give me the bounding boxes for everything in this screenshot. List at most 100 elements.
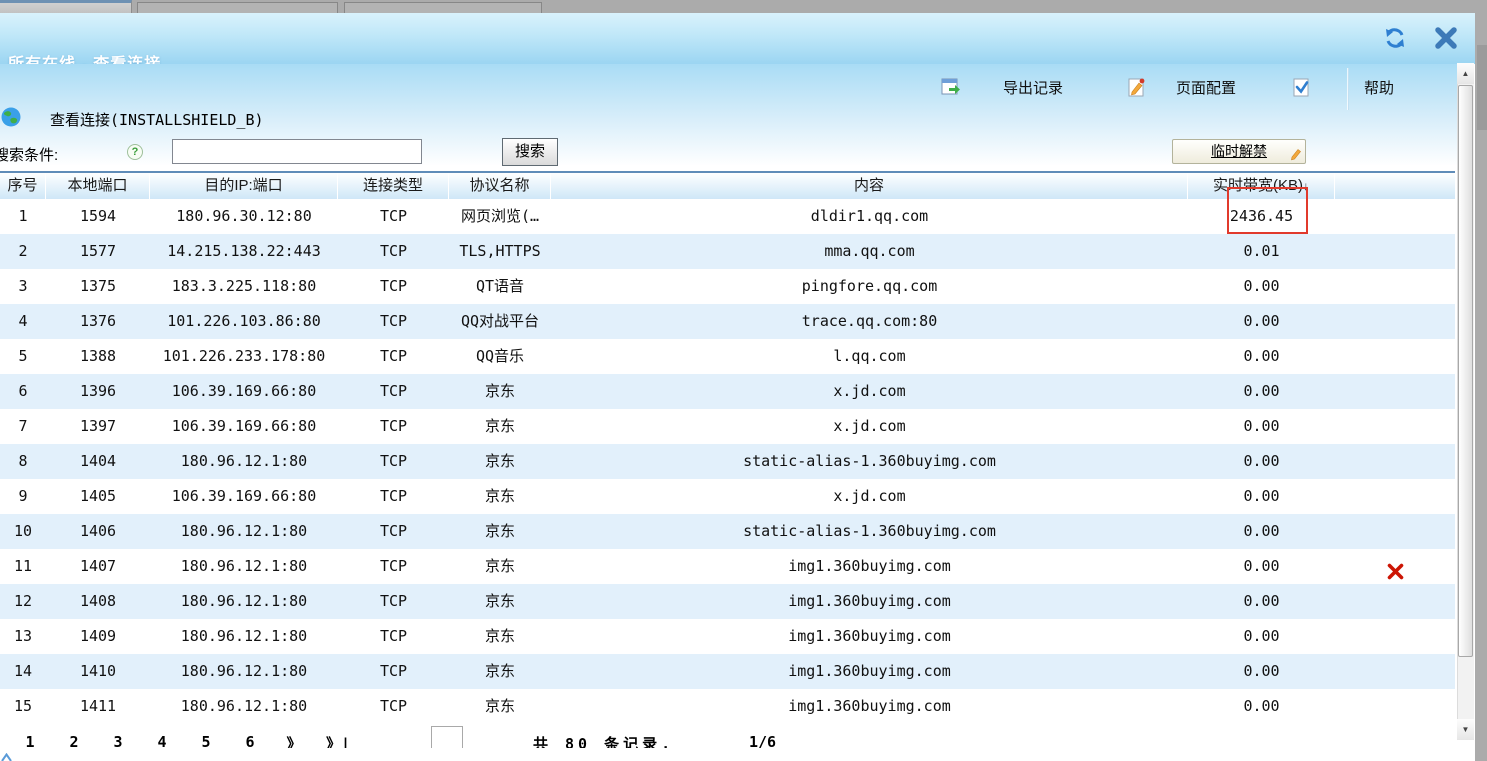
cell-protocol: QQ音乐	[449, 339, 551, 374]
cell-dest: 180.96.30.12:80	[150, 199, 338, 234]
table-row: 81404180.96.12.1:80TCP京东static-alias-1.3…	[0, 444, 1455, 479]
table-row: 71397106.39.169.66:80TCP京东x.jd.com0.00	[0, 409, 1455, 444]
header-index[interactable]: 序号	[0, 173, 46, 200]
cell-protocol: 京东	[449, 654, 551, 689]
cell-bandwidth: 0.00	[1188, 584, 1335, 619]
cell-local-port: 1409	[46, 619, 150, 654]
table-row: 61396106.39.169.66:80TCP京东x.jd.com0.00	[0, 374, 1455, 409]
cell-conn-type: TCP	[338, 269, 449, 304]
page-button-》[interactable]: 》	[272, 733, 316, 748]
cell-index: 6	[0, 374, 46, 409]
cell-bandwidth: 0.00	[1188, 619, 1335, 654]
cell-dest: 106.39.169.66:80	[150, 479, 338, 514]
globe-icon	[1, 107, 21, 132]
cell-index: 15	[0, 689, 46, 724]
cell-index: 4	[0, 304, 46, 339]
table-row: 111407180.96.12.1:80TCP京东img1.360buyimg.…	[0, 549, 1455, 584]
cell-local-port: 1411	[46, 689, 150, 724]
header-local-port[interactable]: 本地端口	[46, 173, 150, 200]
cell-content: img1.360buyimg.com	[551, 584, 1188, 619]
cell-protocol: 京东	[449, 549, 551, 584]
page-button-3[interactable]: 3	[96, 733, 140, 748]
cell-action	[1335, 374, 1455, 409]
header-conn-type[interactable]: 连接类型	[338, 173, 449, 200]
cell-protocol: 京东	[449, 584, 551, 619]
cell-local-port: 1376	[46, 304, 150, 339]
export-records-icon[interactable]	[941, 77, 961, 102]
cell-protocol: 京东	[449, 479, 551, 514]
page-config-icon[interactable]	[1127, 77, 1147, 102]
cell-protocol: TLS,HTTPS	[449, 234, 551, 269]
page-button-》|[interactable]: 》|	[316, 733, 360, 748]
page-config-button[interactable]: 页面配置	[1176, 79, 1236, 99]
cell-bandwidth: 0.00	[1188, 304, 1335, 339]
cell-bandwidth: 0.00	[1188, 409, 1335, 444]
page-button-5[interactable]: 5	[184, 733, 228, 748]
background-tab-strip	[0, 0, 1487, 13]
background-tab[interactable]	[344, 2, 542, 13]
cell-bandwidth: 0.00	[1188, 339, 1335, 374]
delete-connection-icon[interactable]	[1387, 558, 1404, 584]
cell-bandwidth: 0.01	[1188, 234, 1335, 269]
cell-dest: 106.39.169.66:80	[150, 409, 338, 444]
cell-content: img1.360buyimg.com	[551, 654, 1188, 689]
help-icon[interactable]	[1292, 77, 1312, 102]
scrollbar-thumb[interactable]	[1458, 85, 1473, 657]
cell-action	[1335, 269, 1455, 304]
cell-action	[1335, 304, 1455, 339]
background-tab-active[interactable]	[0, 0, 132, 13]
cell-dest: 101.226.233.178:80	[150, 339, 338, 374]
pagination-pages: 123456》》|	[8, 733, 360, 748]
header-protocol[interactable]: 协议名称	[449, 173, 551, 200]
cell-protocol: 京东	[449, 514, 551, 549]
cell-conn-type: TCP	[338, 409, 449, 444]
cell-index: 3	[0, 269, 46, 304]
cell-protocol: 京东	[449, 409, 551, 444]
export-records-button[interactable]: 导出记录	[1003, 79, 1063, 99]
cell-bandwidth: 0.00	[1188, 654, 1335, 689]
header-dest-ip-port[interactable]: 目的IP:端口	[150, 173, 338, 200]
cell-index: 5	[0, 339, 46, 374]
records-total-label: 共 80 条记录,	[533, 733, 674, 748]
page-button-6[interactable]: 6	[228, 733, 272, 748]
cell-dest: 101.226.103.86:80	[150, 304, 338, 339]
cell-bandwidth: 0.00	[1188, 689, 1335, 724]
close-icon[interactable]	[1434, 26, 1458, 50]
search-button[interactable]: 搜索	[502, 138, 558, 166]
page-indicator: 1/6	[749, 733, 776, 748]
page-jump-input[interactable]	[431, 726, 463, 748]
cell-bandwidth: 0.00	[1188, 374, 1335, 409]
search-input[interactable]	[172, 139, 422, 164]
cell-action	[1335, 514, 1455, 549]
cell-bandwidth: 0.00	[1188, 479, 1335, 514]
table-row: 31375183.3.225.118:80TCPQT语音pingfore.qq.…	[0, 269, 1455, 304]
cell-action	[1335, 339, 1455, 374]
refresh-icon[interactable]	[1383, 26, 1407, 50]
cell-action	[1335, 549, 1455, 584]
cell-index: 8	[0, 444, 46, 479]
highlight-box	[1227, 187, 1308, 234]
cell-content: l.qq.com	[551, 339, 1188, 374]
page-button-1[interactable]: 1	[8, 733, 52, 748]
cell-action	[1335, 479, 1455, 514]
cell-protocol: 网页浏览(…	[449, 199, 551, 234]
cell-local-port: 1396	[46, 374, 150, 409]
cell-dest: 180.96.12.1:80	[150, 549, 338, 584]
scrollbar-down-icon[interactable]: ▼	[1457, 719, 1474, 740]
pagination-bar: 123456》》| 共 80 条记录, 1/6	[0, 725, 830, 748]
background-tab[interactable]	[137, 2, 338, 13]
page-button-2[interactable]: 2	[52, 733, 96, 748]
cell-local-port: 1410	[46, 654, 150, 689]
help-button[interactable]: 帮助	[1364, 79, 1394, 99]
cell-conn-type: TCP	[338, 444, 449, 479]
temporary-unblock-button[interactable]: 临时解禁	[1172, 139, 1306, 164]
cell-local-port: 1408	[46, 584, 150, 619]
header-content[interactable]: 内容	[551, 173, 1188, 200]
cell-index: 1	[0, 199, 46, 234]
pencil-icon	[1290, 145, 1302, 168]
cell-dest: 14.215.138.22:443	[150, 234, 338, 269]
page-button-4[interactable]: 4	[140, 733, 184, 748]
cell-content: trace.qq.com:80	[551, 304, 1188, 339]
scrollbar-up-icon[interactable]: ▲	[1457, 63, 1474, 84]
question-help-icon[interactable]: ?	[127, 144, 143, 160]
